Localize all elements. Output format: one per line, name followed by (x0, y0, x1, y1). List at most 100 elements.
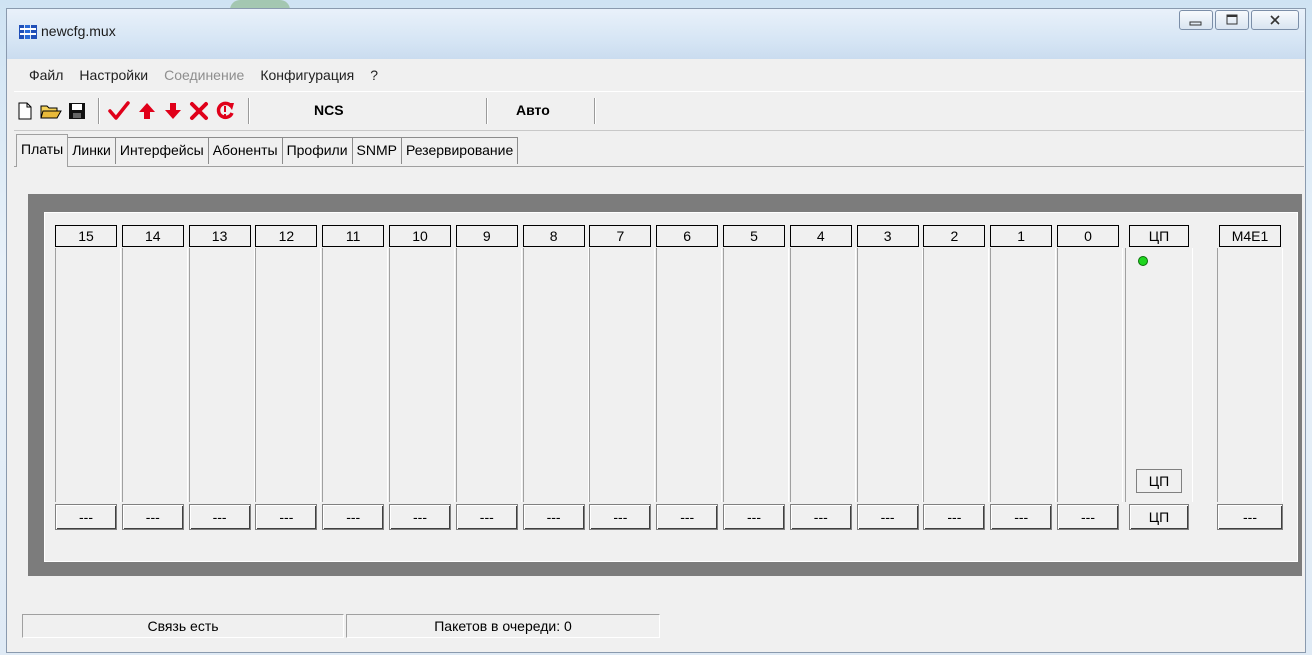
slot-footer-button[interactable]: --- (322, 504, 385, 530)
slot-footer-button[interactable]: --- (723, 504, 785, 530)
slot-body[interactable] (856, 248, 923, 502)
tab-redundancy[interactable]: Резервирование (400, 137, 519, 164)
open-button[interactable] (40, 100, 62, 122)
slot-8[interactable]: 8 --- (522, 213, 589, 561)
slot-body[interactable] (522, 248, 589, 502)
slot-body[interactable] (255, 248, 322, 502)
app-icon (19, 25, 37, 39)
slot-m4e1[interactable]: M4E1 --- (1215, 213, 1285, 561)
slot-header: 1 (990, 225, 1053, 247)
ncs-button[interactable]: NCS (314, 102, 344, 118)
toolbar: NCS Авто (14, 91, 1304, 131)
auto-button[interactable]: Авто (516, 102, 550, 118)
apply-button[interactable] (108, 100, 130, 122)
slot-9[interactable]: 9 --- (455, 213, 522, 561)
slot-body[interactable] (923, 248, 990, 502)
slot-14[interactable]: 14 --- (121, 213, 188, 561)
slot-footer-button[interactable]: --- (856, 504, 919, 530)
slot-body[interactable] (322, 248, 389, 502)
tab-links[interactable]: Линки (67, 137, 116, 164)
slot-footer-button[interactable]: --- (1057, 504, 1119, 530)
slot-body[interactable] (723, 248, 789, 502)
slot-1[interactable]: 1 --- (990, 213, 1057, 561)
close-button[interactable] (1251, 10, 1299, 30)
slot-cpu[interactable]: ЦП ЦП ЦП (1125, 213, 1193, 561)
slot-body[interactable] (455, 248, 522, 502)
tab-interfaces[interactable]: Интерфейсы (114, 137, 209, 164)
slot-footer-button[interactable]: ЦП (1129, 504, 1189, 530)
slot-15[interactable]: 15 --- (55, 213, 121, 561)
slot-footer-button[interactable]: --- (389, 504, 451, 530)
slot-6[interactable]: 6 --- (656, 213, 723, 561)
minimize-icon (1189, 21, 1202, 26)
menu-help[interactable]: ? (362, 67, 386, 89)
rack-chassis: ЦП ЦП ЦП M4E1 --- 15 --- 14 --- 13 --- 12 --- 11… (28, 194, 1302, 576)
menu-connection[interactable]: Соединение (156, 67, 252, 89)
slot-header: 14 (121, 225, 184, 247)
slot-7[interactable]: 7 --- (589, 213, 656, 561)
slot-3[interactable]: 3 --- (856, 213, 923, 561)
slot-footer-button[interactable]: --- (255, 504, 318, 530)
slot-2[interactable]: 2 --- (923, 213, 990, 561)
minimize-button[interactable] (1179, 10, 1213, 30)
title-bar[interactable]: newcfg.mux (7, 9, 1305, 59)
slot-body[interactable] (789, 248, 856, 502)
arrow-down-icon (165, 103, 181, 119)
tab-profiles[interactable]: Профили (281, 137, 353, 164)
slot-footer-button[interactable]: --- (990, 504, 1053, 530)
slot-footer-button[interactable]: --- (188, 504, 251, 530)
move-up-button[interactable] (136, 100, 158, 122)
maximize-button[interactable] (1215, 10, 1249, 30)
slot-header: 9 (455, 225, 518, 247)
slot-body[interactable] (589, 248, 656, 502)
slot-body[interactable] (990, 248, 1057, 502)
slot-10[interactable]: 10 --- (389, 213, 455, 561)
slot-body[interactable]: ЦП (1125, 248, 1193, 502)
slot-header: ЦП (1129, 225, 1189, 247)
slot-13[interactable]: 13 --- (188, 213, 255, 561)
slot-body[interactable] (1057, 248, 1123, 502)
slot-footer-button[interactable]: --- (55, 504, 117, 530)
slot-header: 6 (656, 225, 719, 247)
tab-subscribers[interactable]: Абоненты (207, 137, 283, 164)
new-file-button[interactable] (14, 100, 36, 122)
slot-footer-button[interactable]: --- (522, 504, 585, 530)
refresh-button[interactable] (214, 100, 236, 122)
move-down-button[interactable] (162, 100, 184, 122)
slot-12[interactable]: 12 --- (255, 213, 322, 561)
slot-footer-button[interactable]: --- (121, 504, 184, 530)
slot-header: 7 (589, 225, 652, 247)
slot-body[interactable] (656, 248, 723, 502)
menu-file[interactable]: Файл (21, 67, 71, 89)
maximize-icon (1226, 14, 1238, 25)
slot-body[interactable] (121, 248, 188, 502)
save-button[interactable] (66, 100, 88, 122)
slot-11[interactable]: 11 --- (322, 213, 389, 561)
slot-footer-button[interactable]: --- (923, 504, 986, 530)
cpu-card-label: ЦП (1136, 469, 1182, 493)
menu-configuration[interactable]: Конфигурация (252, 67, 362, 89)
slot-body[interactable] (55, 248, 121, 502)
slot-body[interactable] (389, 248, 455, 502)
slot-header: 2 (923, 225, 986, 247)
toolbar-separator (486, 98, 488, 124)
menu-settings[interactable]: Настройки (71, 67, 156, 89)
status-led (1138, 256, 1148, 266)
slot-5[interactable]: 5 --- (723, 213, 789, 561)
slot-4[interactable]: 4 --- (789, 213, 856, 561)
refresh-icon (216, 101, 234, 120)
slot-body[interactable] (188, 248, 255, 502)
slot-footer-button[interactable]: --- (1217, 504, 1283, 530)
slot-footer-button[interactable]: --- (589, 504, 652, 530)
menu-bar: Файл Настройки Соединение Конфигурация ? (21, 67, 386, 89)
delete-button[interactable] (188, 100, 210, 122)
tab-snmp[interactable]: SNMP (351, 137, 402, 164)
slot-body[interactable] (1217, 248, 1283, 502)
slot-footer-button[interactable]: --- (656, 504, 719, 530)
connection-status: Связь есть (22, 614, 344, 638)
slot-footer-button[interactable]: --- (455, 504, 518, 530)
slot-0[interactable]: 0 --- (1057, 213, 1123, 561)
slot-footer-button[interactable]: --- (789, 504, 852, 530)
tab-boards[interactable]: Платы (16, 134, 69, 167)
slot-header: 12 (255, 225, 318, 247)
